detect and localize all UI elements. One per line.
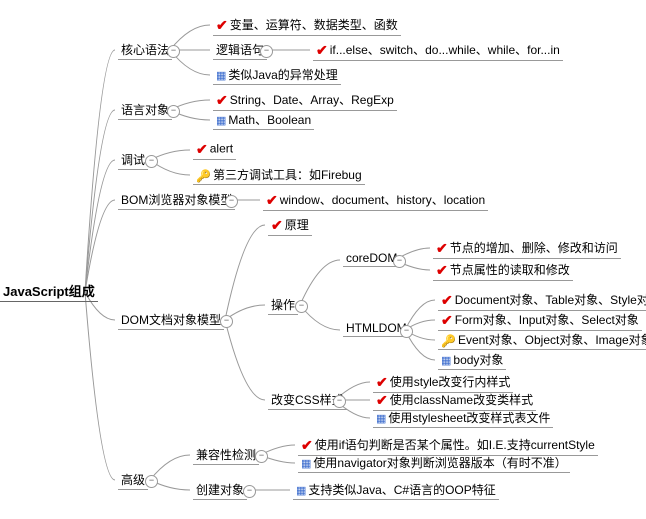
node-dom[interactable]: DOM文档对象模型 xyxy=(118,310,224,330)
label: 使用style改变行内样式 xyxy=(390,375,511,389)
expander[interactable]: − xyxy=(295,300,308,313)
node-debug[interactable]: 调试 xyxy=(118,150,148,170)
grid-icon: ▦ xyxy=(216,69,226,82)
leaf-html2[interactable]: ✔Form对象、Input对象、Select对象 xyxy=(438,310,642,331)
label: 原理 xyxy=(285,218,309,232)
expander[interactable]: − xyxy=(393,255,406,268)
node-create[interactable]: 创建对象 xyxy=(193,480,247,500)
expander[interactable]: − xyxy=(333,395,346,408)
leaf-principle[interactable]: ✔原理 xyxy=(268,215,312,236)
label: Form对象、Input对象、Select对象 xyxy=(455,313,639,327)
grid-icon: ▦ xyxy=(296,484,306,497)
check-icon: ✔ xyxy=(301,437,313,454)
label: 第三方调试工具：如Firebug xyxy=(213,168,362,182)
expander[interactable]: − xyxy=(167,45,180,58)
label: 变量、运算符、数据类型、函数 xyxy=(230,18,398,32)
leaf-alert[interactable]: ✔alert xyxy=(193,140,236,160)
expander[interactable]: − xyxy=(400,325,413,338)
label: Math、Boolean xyxy=(228,113,311,127)
label: 使用navigator对象判断浏览器版本（有时不准） xyxy=(313,456,566,470)
leaf-firebug[interactable]: 🔑第三方调试工具：如Firebug xyxy=(193,165,365,185)
label: if...else、switch、do...while、while、for...… xyxy=(330,43,560,57)
check-icon: ✔ xyxy=(441,312,453,329)
check-icon: ✔ xyxy=(376,374,388,391)
label: 类似Java的异常处理 xyxy=(228,68,337,82)
node-bom[interactable]: BOM浏览器对象模型 xyxy=(118,190,235,210)
grid-icon: ▦ xyxy=(301,457,311,470)
leaf-create1[interactable]: ▦支持类似Java、C#语言的OOP特征 xyxy=(293,480,499,500)
expander[interactable]: − xyxy=(145,155,158,168)
leaf-html3[interactable]: 🔑Event对象、Object对象、Image对象 xyxy=(438,330,646,350)
node-advanced[interactable]: 高级 xyxy=(118,470,148,490)
leaf-css3[interactable]: ▦使用stylesheet改变样式表文件 xyxy=(373,408,553,428)
leaf-core1[interactable]: ✔节点的增加、删除、修改和访问 xyxy=(433,238,621,259)
grid-icon: ▦ xyxy=(216,114,226,127)
leaf-lang-a[interactable]: ✔String、Date、Array、RegExp xyxy=(213,90,397,111)
check-icon: ✔ xyxy=(436,240,448,257)
label: alert xyxy=(210,142,233,156)
leaf-html1[interactable]: ✔Document对象、Table对象、Style对象 xyxy=(438,290,646,311)
leaf-flow[interactable]: ✔if...else、switch、do...while、while、for..… xyxy=(313,40,563,61)
grid-icon: ▦ xyxy=(441,354,451,367)
check-icon: ✔ xyxy=(266,192,278,209)
leaf-lang-b[interactable]: ▦Math、Boolean xyxy=(213,110,314,130)
check-icon: ✔ xyxy=(216,92,228,109)
expander[interactable]: − xyxy=(225,195,238,208)
label: 节点的增加、删除、修改和访问 xyxy=(450,241,618,255)
expander[interactable]: − xyxy=(220,315,233,328)
label: Document对象、Table对象、Style对象 xyxy=(455,293,646,307)
grid-icon: ▦ xyxy=(376,412,386,425)
node-logic[interactable]: 逻辑语句 xyxy=(213,40,267,60)
check-icon: ✔ xyxy=(376,392,388,409)
label: window、document、history、location xyxy=(280,193,485,207)
node-coredom[interactable]: coreDOM xyxy=(343,250,400,267)
check-icon: ✔ xyxy=(441,292,453,309)
expander[interactable]: − xyxy=(255,450,268,463)
label: 使用stylesheet改变样式表文件 xyxy=(388,411,550,425)
key-icon: 🔑 xyxy=(441,334,456,348)
leaf-compat2[interactable]: ▦使用navigator对象判断浏览器版本（有时不准） xyxy=(298,453,570,473)
check-icon: ✔ xyxy=(216,17,228,34)
leaf-core2[interactable]: ✔节点属性的读取和修改 xyxy=(433,260,573,281)
expander[interactable]: − xyxy=(243,485,256,498)
leaf-exception[interactable]: ▦类似Java的异常处理 xyxy=(213,65,341,85)
label: 使用className改变类样式 xyxy=(390,393,533,407)
label: 节点属性的读取和修改 xyxy=(450,263,570,277)
label: body对象 xyxy=(453,353,503,367)
expander[interactable]: − xyxy=(167,105,180,118)
node-compat[interactable]: 兼容性检测 xyxy=(193,445,259,465)
node-core-syntax[interactable]: 核心语法 xyxy=(118,40,172,60)
node-lang-objects[interactable]: 语言对象 xyxy=(118,100,172,120)
leaf-bom-items[interactable]: ✔window、document、history、location xyxy=(263,190,488,211)
expander[interactable]: − xyxy=(260,45,273,58)
check-icon: ✔ xyxy=(436,262,448,279)
label: String、Date、Array、RegExp xyxy=(230,93,394,107)
label: 使用if语句判断是否某个属性。如I.E.支持currentStyle xyxy=(315,438,595,452)
key-icon: 🔑 xyxy=(196,169,211,183)
check-icon: ✔ xyxy=(271,217,283,234)
label: 支持类似Java、C#语言的OOP特征 xyxy=(308,483,495,497)
label: Event对象、Object对象、Image对象 xyxy=(458,333,646,347)
check-icon: ✔ xyxy=(316,42,328,59)
check-icon: ✔ xyxy=(196,141,208,158)
node-op[interactable]: 操作 xyxy=(268,295,298,315)
root-node[interactable]: JavaScript组成 xyxy=(0,280,98,302)
leaf-html4[interactable]: ▦body对象 xyxy=(438,350,506,370)
expander[interactable]: − xyxy=(145,475,158,488)
leaf-basics[interactable]: ✔变量、运算符、数据类型、函数 xyxy=(213,15,401,36)
